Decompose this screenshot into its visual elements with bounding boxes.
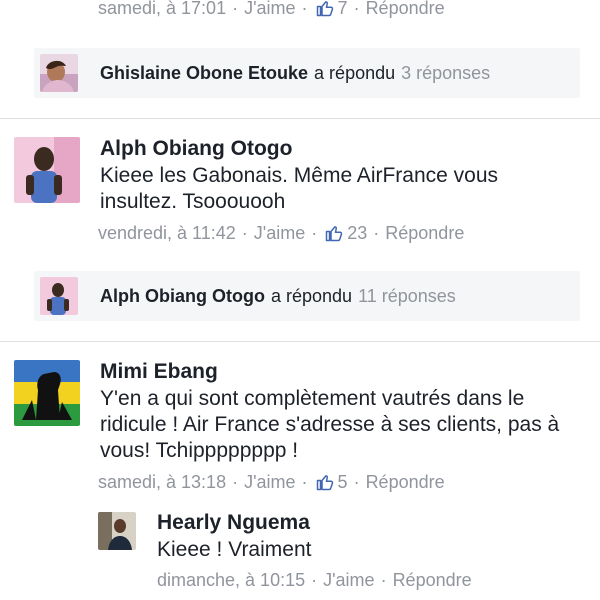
thumbs-up-icon <box>316 475 333 491</box>
commenter-name[interactable]: Hearly Nguema <box>157 511 310 535</box>
timestamp[interactable]: samedi, à 13:18 <box>98 472 226 492</box>
divider <box>0 118 600 119</box>
like-count: 23 <box>347 223 368 243</box>
avatar[interactable] <box>98 512 136 550</box>
reply-count[interactable]: 11 réponses <box>358 286 456 307</box>
comment-meta: samedi, à 13:18 · J'aime · 5 · Répondre <box>98 472 445 492</box>
comment-meta: vendredi, à 11:42 · J'aime · 23 · Répondre <box>98 223 465 243</box>
divider <box>0 341 600 342</box>
thumbs-up-icon <box>325 226 343 242</box>
like-count: 7 <box>337 0 348 18</box>
comment-meta-top: samedi, à 17:01 · J'aime · 7 · Répondre <box>98 0 445 18</box>
reply-link[interactable]: Répondre <box>366 472 445 492</box>
like-count: 5 <box>337 472 348 492</box>
like-link[interactable]: J'aime <box>323 570 374 590</box>
replies-summary[interactable]: Alph Obiang Otogo a répondu 11 réponses <box>34 271 580 321</box>
replies-summary[interactable]: Ghislaine Obone Etouke a répondu 3 répon… <box>34 48 580 98</box>
thumbs-up-icon <box>316 1 333 17</box>
comment-text: Kieee ! Vraiment <box>157 538 312 561</box>
avatar[interactable] <box>14 137 80 203</box>
replier-name[interactable]: Alph Obiang Otogo <box>100 286 265 307</box>
timestamp[interactable]: samedi, à 17:01 <box>98 0 226 18</box>
reply-link[interactable]: Répondre <box>385 223 464 243</box>
replier-name[interactable]: Ghislaine Obone Etouke <box>100 63 308 84</box>
avatar[interactable] <box>14 360 80 426</box>
reply-link[interactable]: Répondre <box>393 570 472 590</box>
like-link[interactable]: J'aime <box>254 223 305 243</box>
reply-verb: a répondu <box>314 62 396 83</box>
reply-verb: a répondu <box>270 285 353 306</box>
like-link[interactable]: J'aime <box>244 472 295 492</box>
reply-count[interactable]: 3 réponses <box>401 63 490 84</box>
timestamp[interactable]: dimanche, à 10:15 <box>157 570 305 590</box>
avatar <box>40 54 78 92</box>
comment-meta: dimanche, à 10:15 · J'aime · Répondre <box>157 570 472 590</box>
reply-link[interactable]: Répondre <box>366 0 445 18</box>
commenter-name[interactable]: Alph Obiang Otogo <box>100 137 292 161</box>
like-link[interactable]: J'aime <box>244 0 295 18</box>
avatar <box>40 277 78 315</box>
comment-text: Y'en a qui sont complètement vautrés dan… <box>100 387 560 462</box>
comment-text: Kieee les Gabonais. Même AirFrance vous … <box>100 164 499 213</box>
timestamp[interactable]: vendredi, à 11:42 <box>98 223 236 243</box>
commenter-name[interactable]: Mimi Ebang <box>100 360 218 384</box>
